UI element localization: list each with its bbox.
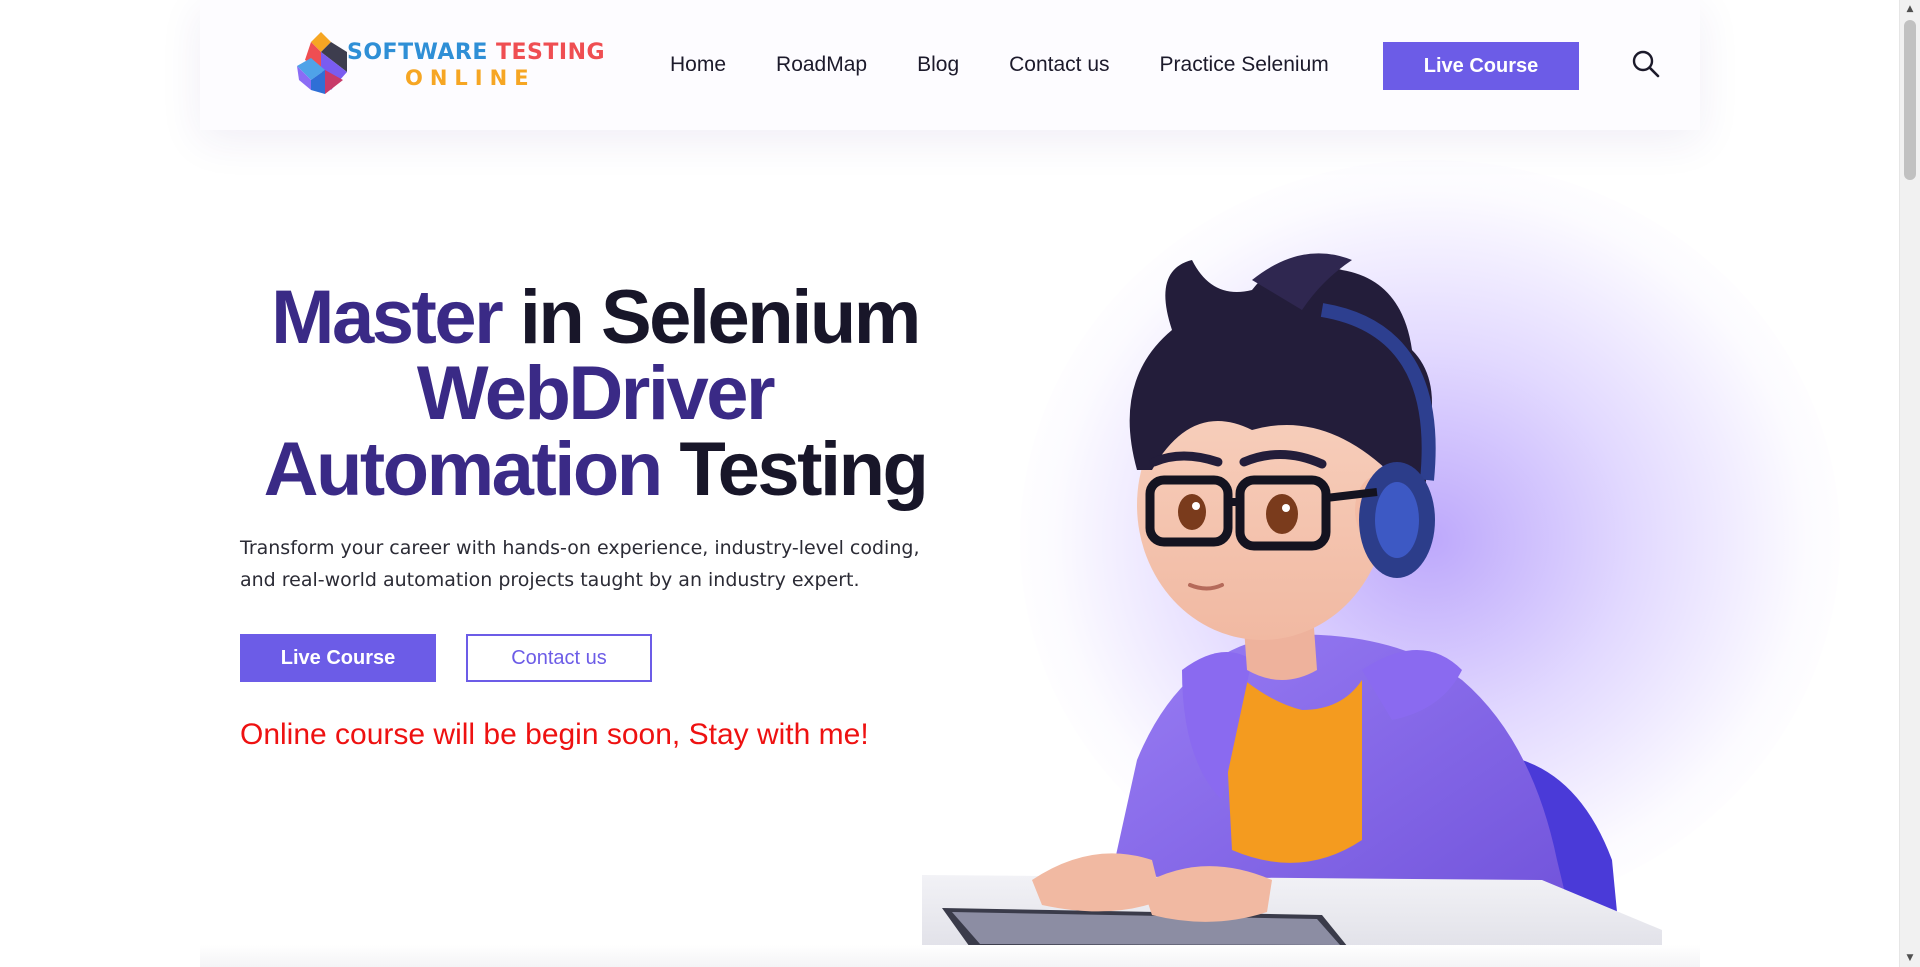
nav-blog[interactable]: Blog bbox=[917, 53, 959, 77]
section-divider bbox=[200, 945, 1700, 967]
scroll-up-arrow[interactable]: ▲ bbox=[1900, 0, 1920, 18]
hero-title-master: Master bbox=[271, 275, 504, 360]
scroll-down-arrow[interactable]: ▼ bbox=[1900, 949, 1920, 967]
site-header: SOFTWARE TESTING ONLINE Home RoadMap Blo… bbox=[200, 0, 1700, 130]
site-logo[interactable]: SOFTWARE TESTING ONLINE bbox=[295, 30, 605, 100]
header-live-course-button[interactable]: Live Course bbox=[1383, 42, 1579, 90]
course-notice: Online course will be begin soon, Stay w… bbox=[240, 718, 869, 751]
hero-title-testing: Testing bbox=[660, 427, 929, 512]
logo-cube-icon bbox=[297, 32, 347, 94]
logo-text-software: SOFTWARE bbox=[347, 40, 497, 65]
logo-text-testing: TESTING bbox=[496, 40, 606, 65]
hero-live-course-button[interactable]: Live Course bbox=[240, 634, 436, 682]
page: SOFTWARE TESTING ONLINE Home RoadMap Blo… bbox=[0, 0, 1920, 967]
scroll-thumb[interactable] bbox=[1904, 20, 1916, 180]
logo-text-online: ONLINE bbox=[405, 66, 536, 90]
logo-text-top: SOFTWARE TESTING bbox=[347, 40, 605, 65]
hero-subtitle: Transform your career with hands-on expe… bbox=[240, 537, 920, 591]
boy-with-headphones-illustration bbox=[922, 253, 1662, 964]
search-icon bbox=[1632, 50, 1660, 78]
hero-illustration bbox=[922, 240, 1662, 964]
main-nav: Home RoadMap Blog Contact us Practice Se… bbox=[670, 0, 1379, 130]
nav-home[interactable]: Home bbox=[670, 53, 726, 77]
hero-title-automation: Automation bbox=[263, 427, 664, 512]
hero-title-in-selenium: in Selenium bbox=[501, 275, 922, 360]
search-button[interactable] bbox=[1630, 48, 1662, 80]
hero-contact-us-button[interactable]: Contact us bbox=[466, 634, 652, 682]
nav-contact-us[interactable]: Contact us bbox=[1009, 53, 1109, 77]
hero-title: Master in Selenium WebDriver Automation … bbox=[210, 280, 980, 508]
nav-practice-selenium[interactable]: Practice Selenium bbox=[1160, 53, 1329, 77]
hero-title-webdriver: WebDriver bbox=[416, 351, 776, 436]
nav-roadmap[interactable]: RoadMap bbox=[776, 53, 867, 77]
page-scrollbar[interactable]: ▲ ▼ bbox=[1899, 0, 1920, 967]
